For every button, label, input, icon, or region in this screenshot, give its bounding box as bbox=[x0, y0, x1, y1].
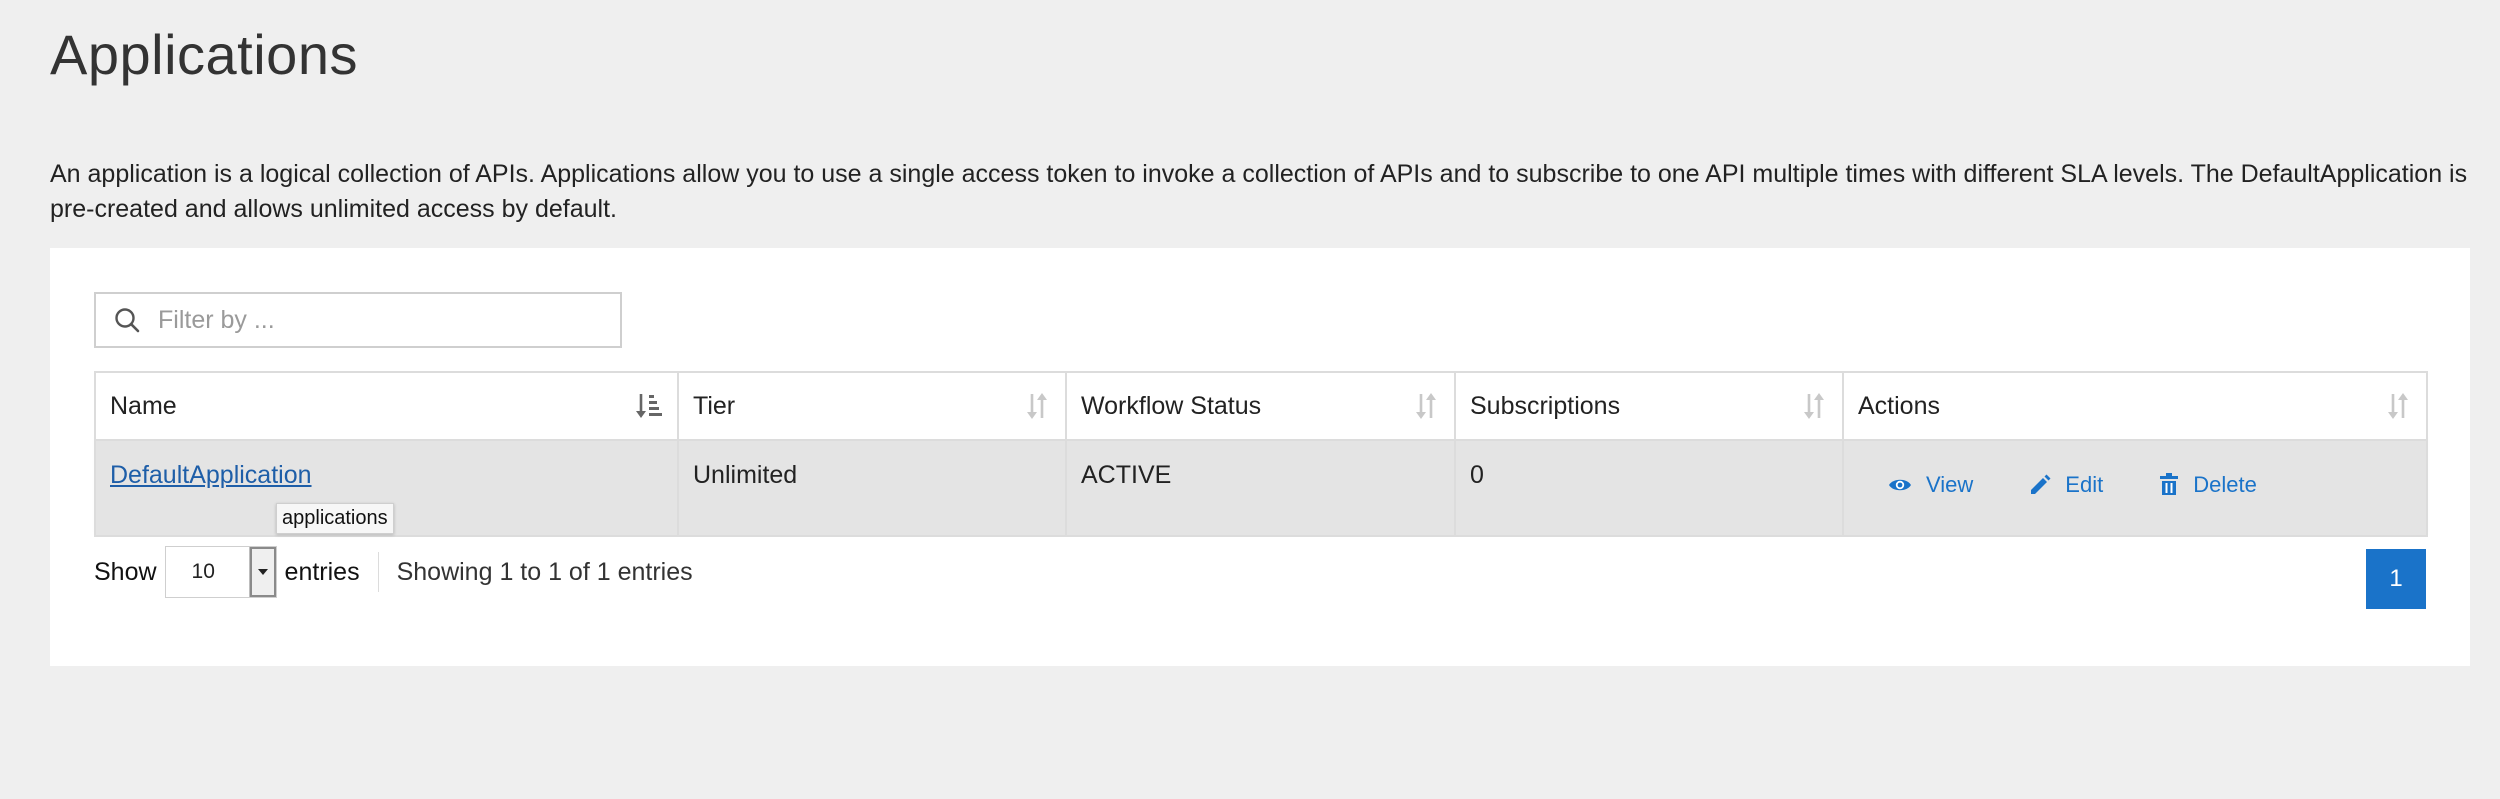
table-footer: Show 10 entries Showing 1 to 1 of 1 entr… bbox=[94, 545, 693, 599]
column-header-name[interactable]: Name bbox=[94, 371, 679, 441]
edit-label: Edit bbox=[2065, 472, 2104, 497]
applications-panel: Name Tier bbox=[50, 248, 2470, 666]
delete-label: Delete bbox=[2193, 472, 2257, 497]
cell-subscriptions: 0 bbox=[1454, 439, 1844, 537]
application-name-link[interactable]: DefaultApplication bbox=[110, 461, 312, 489]
cell-workflow-status: ACTIVE bbox=[1065, 439, 1456, 537]
column-header-tier[interactable]: Tier bbox=[677, 371, 1067, 441]
applications-table: Name Tier Workflow Status Subscriptions … bbox=[94, 371, 2428, 537]
column-header-label: Name bbox=[110, 391, 177, 420]
filter-input[interactable] bbox=[156, 304, 600, 336]
page-length-select[interactable]: 10 bbox=[164, 546, 277, 598]
page-length-value: 10 bbox=[191, 560, 215, 583]
delete-button[interactable]: Delete bbox=[2159, 472, 2257, 498]
sort-both-icon[interactable] bbox=[2384, 391, 2412, 421]
column-header-actions[interactable]: Actions bbox=[1842, 371, 2428, 441]
edit-button[interactable]: Edit bbox=[2029, 472, 2103, 498]
link-tooltip: applications bbox=[276, 503, 394, 534]
table-info: Showing 1 to 1 of 1 entries bbox=[396, 557, 693, 586]
sort-both-icon[interactable] bbox=[1412, 391, 1440, 421]
sort-both-icon[interactable] bbox=[1023, 391, 1051, 421]
show-label: Show bbox=[94, 557, 157, 586]
column-header-label: Workflow Status bbox=[1081, 391, 1262, 420]
page-title: Applications bbox=[50, 23, 358, 86]
table-header-row: Name Tier Workflow Status Subscriptions … bbox=[94, 371, 2428, 441]
divider bbox=[377, 552, 379, 592]
filter-box[interactable] bbox=[94, 292, 622, 348]
cell-actions: View Edit Delete bbox=[1842, 439, 2428, 537]
table-row: DefaultApplication Unlimited ACTIVE 0 Vi… bbox=[94, 439, 2428, 537]
sort-ascending-icon[interactable] bbox=[635, 391, 663, 421]
column-header-workflow-status[interactable]: Workflow Status bbox=[1065, 371, 1456, 441]
pencil-icon bbox=[2031, 474, 2051, 494]
entries-label: entries bbox=[284, 557, 360, 586]
pagination-page-button[interactable]: 1 bbox=[2366, 549, 2426, 609]
column-header-label: Tier bbox=[693, 391, 736, 420]
trash-icon bbox=[2160, 473, 2179, 495]
cell-tier: Unlimited bbox=[677, 439, 1067, 537]
view-label: View bbox=[1926, 472, 1974, 497]
eye-icon bbox=[1889, 479, 1911, 491]
column-header-subscriptions[interactable]: Subscriptions bbox=[1454, 371, 1844, 441]
search-icon bbox=[110, 303, 144, 337]
dropdown-toggle[interactable] bbox=[248, 547, 276, 597]
column-header-label: Actions bbox=[1858, 391, 1940, 420]
page-description: An application is a logical collection o… bbox=[50, 160, 2468, 223]
row-actions: View Edit Delete bbox=[1858, 472, 2426, 498]
column-header-label: Subscriptions bbox=[1470, 391, 1621, 420]
sort-both-icon[interactable] bbox=[1800, 391, 1828, 421]
caret-down-icon bbox=[257, 569, 268, 575]
view-button[interactable]: View bbox=[1888, 472, 1973, 498]
